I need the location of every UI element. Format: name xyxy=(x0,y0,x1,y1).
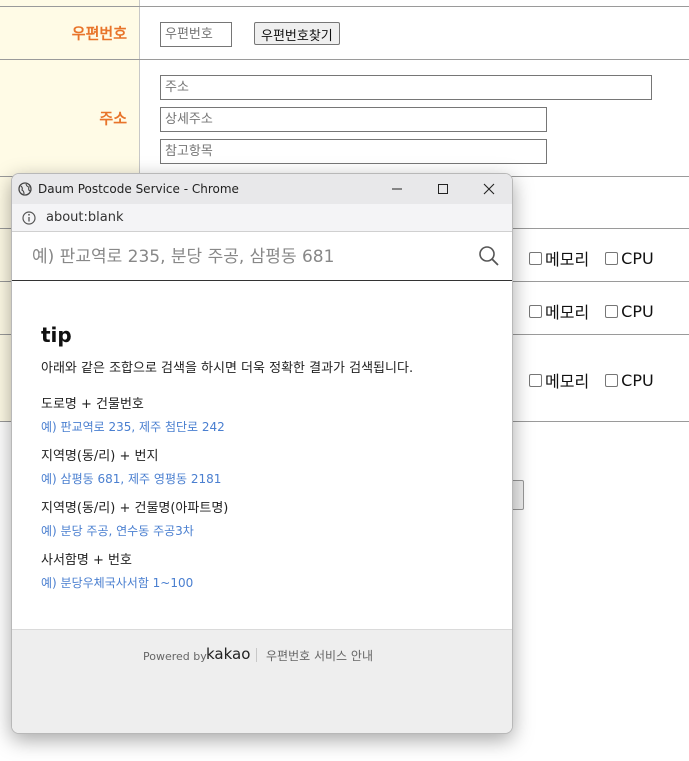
tip-title: tip xyxy=(41,323,72,347)
address-bar: about:blank xyxy=(12,204,512,232)
service-guide-link[interactable]: 우편번호 서비스 안내 xyxy=(266,647,373,664)
memory-label: 메모리 xyxy=(545,250,590,269)
option-group: 메모리 CPU xyxy=(529,368,670,392)
cpu-label: CPU xyxy=(621,248,654,268)
info-icon[interactable] xyxy=(22,210,36,225)
popup-footer: Powered by kakao 우편번호 서비스 안내 xyxy=(12,629,512,733)
postcode-popup-window: Daum Postcode Service - Chrome about:bla… xyxy=(11,173,513,734)
cpu-label: CPU xyxy=(621,370,654,390)
memory-checkbox[interactable] xyxy=(529,373,542,387)
cpu-checkbox[interactable] xyxy=(605,304,619,318)
memory-label: 메모리 xyxy=(545,303,590,322)
maximize-button[interactable] xyxy=(420,174,466,204)
form-row-top xyxy=(0,0,689,7)
search-icon[interactable] xyxy=(478,245,500,267)
zipcode-label: 우편번호 xyxy=(71,24,127,43)
postcode-search-bar xyxy=(12,232,512,281)
tip-heading: 지역명(동/리) + 건물명(아파트명) xyxy=(41,501,229,516)
tip-panel: tip 아래와 같은 조합으로 검색을 하시면 더욱 정확한 결과가 검색됩니다… xyxy=(12,281,512,629)
tip-description: 아래와 같은 조합으로 검색을 하시면 더욱 정확한 결과가 검색됩니다. xyxy=(41,361,414,376)
label-cell xyxy=(0,0,140,6)
zipcode-input[interactable] xyxy=(160,22,232,47)
form-row-address: 주소 xyxy=(0,60,689,177)
extra-address-input[interactable] xyxy=(160,139,547,164)
postcode-search-input[interactable] xyxy=(30,242,470,272)
globe-icon xyxy=(18,182,32,196)
url-text: about:blank xyxy=(46,210,124,225)
option-group: 메모리 CPU xyxy=(529,246,670,270)
find-zipcode-button[interactable]: 우편번호찾기 xyxy=(254,22,340,45)
form-row-zipcode: 우편번호 우편번호찾기 xyxy=(0,7,689,60)
memory-label: 메모리 xyxy=(545,372,590,391)
address-input[interactable] xyxy=(160,75,652,100)
tip-example: 예) 판교역로 235, 제주 첨단로 242 xyxy=(41,420,225,434)
tip-heading: 지역명(동/리) + 번지 xyxy=(41,449,159,464)
tip-example: 예) 분당 주공, 연수동 주공3차 xyxy=(41,524,194,538)
option-group: 메모리 CPU xyxy=(529,299,670,323)
cpu-label: CPU xyxy=(621,301,654,321)
tip-heading: 도로명 + 건물번호 xyxy=(41,397,144,412)
label-cell: 주소 xyxy=(0,60,140,176)
memory-checkbox[interactable] xyxy=(529,251,542,265)
cpu-checkbox[interactable] xyxy=(605,373,619,387)
tip-heading: 사서함명 + 번호 xyxy=(41,553,132,568)
cpu-checkbox[interactable] xyxy=(605,251,619,265)
kakao-logo[interactable]: kakao xyxy=(206,645,250,663)
minimize-icon xyxy=(392,188,402,190)
memory-checkbox[interactable] xyxy=(529,304,542,318)
window-title: Daum Postcode Service - Chrome xyxy=(38,182,239,196)
tip-example: 예) 분당우체국사서함 1~100 xyxy=(41,576,194,590)
maximize-icon xyxy=(438,184,448,194)
footer-divider xyxy=(256,648,257,662)
minimize-button[interactable] xyxy=(374,174,420,204)
close-icon xyxy=(483,183,495,195)
tip-example: 예) 삼평동 681, 제주 영평동 2181 xyxy=(41,472,222,486)
window-titlebar[interactable]: Daum Postcode Service - Chrome xyxy=(12,174,512,204)
detail-address-input[interactable] xyxy=(160,107,547,132)
address-label: 주소 xyxy=(99,109,127,128)
close-button[interactable] xyxy=(466,174,512,204)
label-cell: 우편번호 xyxy=(0,7,140,59)
powered-by-text: Powered by xyxy=(143,650,207,663)
